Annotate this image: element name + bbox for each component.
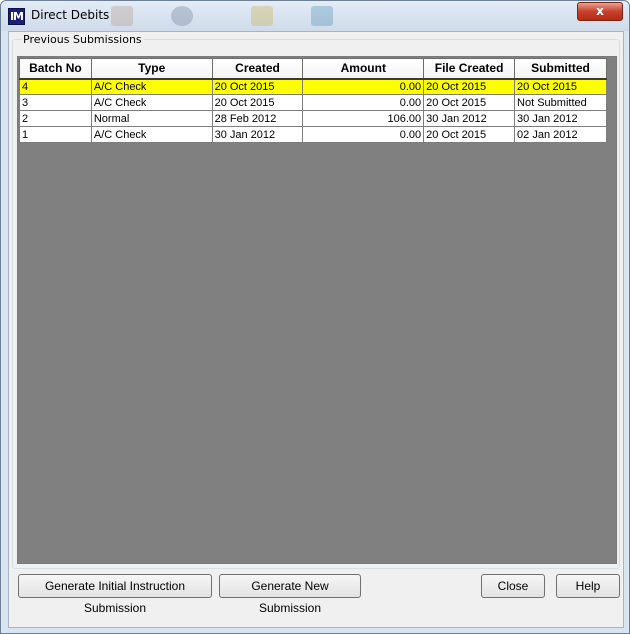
cell-file-created: 20 Oct 2015 xyxy=(423,126,516,143)
cell-submitted: 30 Jan 2012 xyxy=(514,110,607,127)
cell-submitted: 02 Jan 2012 xyxy=(514,126,607,143)
generate-initial-instruction-button[interactable]: Generate Initial Instruction Submission xyxy=(18,574,212,615)
ghost-export-icon xyxy=(311,6,333,26)
window-close-button[interactable]: x xyxy=(577,2,623,21)
window-title: Direct Debits xyxy=(31,8,110,22)
submissions-table: Batch No Type Created Amount File Create… xyxy=(19,58,607,143)
cell-batch-no: 3 xyxy=(19,94,92,111)
cell-type: A/C Check xyxy=(90,126,213,143)
cell-type: A/C Check xyxy=(90,78,213,95)
column-header-created[interactable]: Created xyxy=(211,58,304,80)
cell-submitted: Not Submitted xyxy=(514,94,607,111)
cell-amount: 0.00 xyxy=(302,78,425,95)
help-button[interactable]: Help xyxy=(556,574,620,598)
ghost-key-icon xyxy=(251,6,273,26)
cell-amount: 106.00 xyxy=(302,110,425,127)
cell-submitted: 20 Oct 2015 xyxy=(514,78,607,95)
column-header-submitted[interactable]: Submitted xyxy=(514,58,607,80)
table-row[interactable]: 2 Normal 28 Feb 2012 106.00 30 Jan 2012 30 Ja… xyxy=(19,110,607,127)
cell-created: 20 Oct 2015 xyxy=(211,94,304,111)
cell-amount: 0.00 xyxy=(302,126,425,143)
cell-file-created: 20 Oct 2015 xyxy=(423,94,516,111)
column-header-type[interactable]: Type xyxy=(90,58,213,80)
column-header-file-created[interactable]: File Created xyxy=(423,58,516,80)
cell-created: 30 Jan 2012 xyxy=(211,126,304,143)
group-label: Previous Submissions xyxy=(21,33,144,46)
generate-new-submission-button[interactable]: Generate New Submission xyxy=(219,574,361,615)
ghost-search-icon xyxy=(171,6,193,26)
cell-batch-no: 1 xyxy=(19,126,92,143)
column-header-batch-no[interactable]: Batch No xyxy=(19,58,92,80)
table-row[interactable]: 3 A/C Check 20 Oct 2015 0.00 20 Oct 2015 Not … xyxy=(19,94,607,111)
table-row[interactable]: 1 A/C Check 30 Jan 2012 0.00 20 Oct 2015 02 J… xyxy=(19,126,607,143)
cell-batch-no: 4 xyxy=(19,78,92,95)
cell-amount: 0.00 xyxy=(302,94,425,111)
direct-debits-window: IM Direct Debits x Previous Submissions xyxy=(0,0,630,634)
cell-file-created: 20 Oct 2015 xyxy=(423,78,516,95)
background-toolbar xyxy=(101,3,361,29)
ghost-toolbar-icon xyxy=(111,6,133,26)
submissions-grid[interactable]: Batch No Type Created Amount File Create… xyxy=(17,56,617,564)
app-logo-icon: IM xyxy=(8,8,25,25)
cell-created: 20 Oct 2015 xyxy=(211,78,304,95)
title-bar[interactable]: IM Direct Debits x xyxy=(1,1,629,31)
cell-file-created: 30 Jan 2012 xyxy=(423,110,516,127)
close-button[interactable]: Close xyxy=(481,574,545,598)
table-header-row: Batch No Type Created Amount File Create… xyxy=(19,58,607,80)
cell-type: A/C Check xyxy=(90,94,213,111)
column-header-amount[interactable]: Amount xyxy=(302,58,425,80)
cell-type: Normal xyxy=(90,110,213,127)
cell-batch-no: 2 xyxy=(19,110,92,127)
cell-created: 28 Feb 2012 xyxy=(211,110,304,127)
table-row[interactable]: 4 A/C Check 20 Oct 2015 0.00 20 Oct 2015 20 O… xyxy=(19,78,607,95)
previous-submissions-group: Previous Submissions Batch No Type Creat… xyxy=(12,33,620,569)
dialog-client-area: Previous Submissions Batch No Type Creat… xyxy=(8,31,624,628)
